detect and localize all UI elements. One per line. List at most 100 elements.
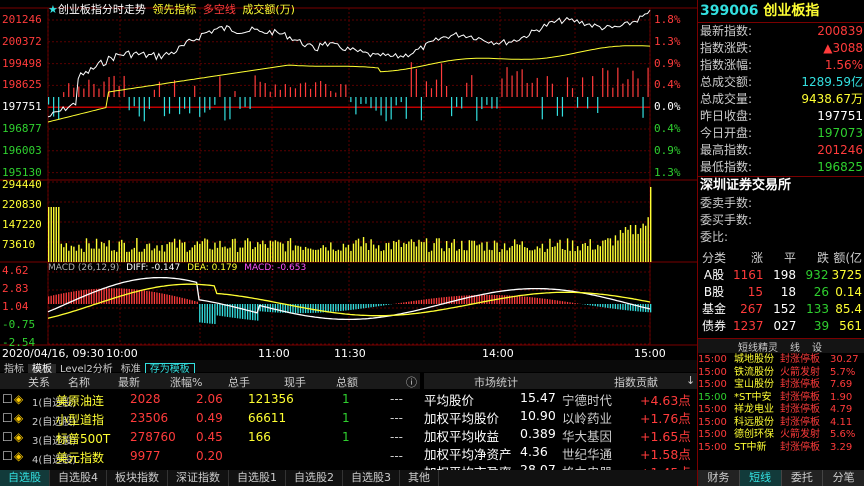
short-line-tab[interactable]: 线 xyxy=(784,343,806,354)
bottom-tab[interactable]: 其他 xyxy=(400,470,439,486)
volume-bar xyxy=(471,240,473,262)
volume-bar xyxy=(637,233,639,262)
price-tick: 196003 xyxy=(2,143,42,157)
macd-bar xyxy=(627,304,629,311)
bottom-tab[interactable]: 自选股2 xyxy=(286,470,343,486)
macd-bar xyxy=(650,304,652,313)
flash-row[interactable]: 15:00 德创环保 火箭发射 5.6% xyxy=(698,429,864,442)
volume-bar xyxy=(211,249,214,262)
bottom-tab[interactable]: 深证指数 xyxy=(168,470,229,486)
right-tab[interactable]: 委托 xyxy=(781,470,824,486)
watchlist-header-cell[interactable]: 现手 xyxy=(284,374,306,390)
scroll-down-icon[interactable]: ↓ xyxy=(686,374,695,387)
right-tab[interactable]: 分笔 xyxy=(823,470,864,486)
macd-bar xyxy=(123,288,125,304)
watchlist-row[interactable]: ☐ ◈ 4(自选股) 美元指数 9977 0.20 --- xyxy=(0,448,420,466)
bottom-tab[interactable]: 自选股3 xyxy=(343,470,400,486)
short-line-tab[interactable]: 短线精灵 xyxy=(698,343,784,354)
volume-bar xyxy=(163,251,166,262)
right-tab[interactable]: 短线 xyxy=(739,470,782,486)
volume-bar xyxy=(249,241,251,262)
watchlist-amt: --- xyxy=(390,449,403,463)
macd-bar xyxy=(176,296,178,304)
volume-bar xyxy=(390,249,392,262)
bottom-tab[interactable]: 自选股4 xyxy=(50,470,107,486)
checkbox-icon[interactable]: ☐ xyxy=(2,392,13,406)
hist-bar xyxy=(440,63,443,97)
watchlist-header-cell[interactable]: 关系 xyxy=(28,374,50,390)
flash-value: 7.69 xyxy=(830,379,853,390)
hist-bar xyxy=(632,70,634,97)
info-icon[interactable]: ⓘ xyxy=(406,374,417,390)
watchlist-header-cell[interactable]: 涨幅% xyxy=(170,374,202,390)
watchlist-name: 小型道指 xyxy=(56,413,105,427)
volume-bar xyxy=(561,248,564,262)
macd-bar xyxy=(204,304,206,324)
volume-bar xyxy=(75,250,78,262)
quote-value: 200839 xyxy=(817,24,863,38)
macd-bar xyxy=(622,304,624,310)
right-bottom-tabs[interactable]: 财务 短线 委托 分笔 xyxy=(698,470,864,486)
hist-bar xyxy=(597,97,599,113)
macd-bar xyxy=(428,298,430,304)
short-line-tab[interactable]: 设 xyxy=(806,343,828,354)
volume-label[interactable]: 成交额(万) xyxy=(242,3,295,16)
indicator-tabs[interactable]: 指标 模板 Level2分析 标准 存为模板 xyxy=(0,360,697,376)
macd-bar xyxy=(116,288,118,304)
volume-bar xyxy=(189,250,191,262)
macd-bar xyxy=(221,304,224,317)
macd-bar xyxy=(249,304,251,320)
checkbox-icon[interactable]: ☐ xyxy=(2,449,13,463)
watchlist-row[interactable]: ☐ ◈ 1(自选股) 美原油连 2028 2.06 121356 1 --- xyxy=(0,391,420,409)
macd-bar xyxy=(327,304,329,313)
macd-bar xyxy=(440,297,443,304)
bottom-tab[interactable]: 板块指数 xyxy=(107,470,168,486)
market-stat-row: 平均股价 15.47 宁德时代 +4.63点 xyxy=(424,389,697,408)
volume-bar xyxy=(456,250,458,262)
checkbox-icon[interactable]: ☐ xyxy=(2,411,13,425)
flash-value: 1.90 xyxy=(830,391,853,403)
short-line-tabs[interactable]: 短线精灵线设 xyxy=(698,338,864,354)
hist-bar xyxy=(576,97,579,108)
watchlist-row[interactable]: ☐ ◈ 3(自选股) 标普500T 278760 0.45 166 1 --- xyxy=(0,429,420,447)
volume-bar xyxy=(70,245,73,262)
intraday-chart[interactable] xyxy=(0,0,697,360)
macd-bar xyxy=(551,299,554,304)
flash-row[interactable]: 15:00 宝山股份 封涨停板 7.69 xyxy=(698,379,864,392)
volume-bar xyxy=(322,245,324,262)
bull-bear-label[interactable]: 多空线 xyxy=(203,3,236,16)
quote-value: 197073 xyxy=(817,126,863,140)
bottom-tab[interactable]: 自选股 xyxy=(0,470,50,486)
volume-bar xyxy=(521,241,523,262)
watchlist-header-cell[interactable]: 最新 xyxy=(118,374,140,390)
flash-row[interactable]: 15:00 城地股份 封涨停板 30.27 xyxy=(698,354,864,367)
lead-indicator-label[interactable]: 领先指标 xyxy=(152,3,196,16)
flash-row[interactable]: 15:00 科远股份 封涨停板 4.11 xyxy=(698,417,864,430)
flash-row[interactable]: 15:00 祥龙电业 封涨停板 4.79 xyxy=(698,404,864,417)
watchlist-header-cell[interactable]: 名称 xyxy=(68,374,90,390)
watchlist-header: 关系 名称 最新 涨幅% 总手 现手 总额 ⓘ xyxy=(0,373,420,389)
volume-bar xyxy=(178,239,181,262)
watchlist-header-cell[interactable]: 总额 xyxy=(336,374,358,390)
flash-name: 铁流股份 xyxy=(734,366,774,378)
flash-row[interactable]: 15:00 ST中新 封涨停板 3.29 xyxy=(698,442,864,455)
macd-bar xyxy=(420,299,423,304)
macd-bar xyxy=(194,301,196,304)
bottom-tab[interactable]: 自选股1 xyxy=(229,470,286,486)
watchlist-row[interactable]: ☐ ◈ 2(自选股) 小型道指 23506 0.49 66611 1 --- xyxy=(0,410,420,428)
watchlist-chg: 2.06 xyxy=(196,392,223,406)
hist-bar xyxy=(269,91,271,97)
watchlist-header-cell[interactable]: 总手 xyxy=(228,374,250,390)
flash-row[interactable]: 15:00 铁流股份 火箭发射 5.7% xyxy=(698,367,864,380)
checkbox-icon[interactable]: ☐ xyxy=(2,430,13,444)
flash-row[interactable]: 15:00 *ST中安 封涨停板 1.90 xyxy=(698,392,864,405)
volume-bar xyxy=(597,244,599,262)
quote-row: 今日开盘: 197073 xyxy=(698,125,864,142)
bottom-tabs[interactable]: 自选股 自选股4 板块指数 深证指数 自选股1 自选股2 自选股3 其他 xyxy=(0,470,697,486)
volume-bar xyxy=(143,248,146,262)
macd-bar xyxy=(50,295,52,304)
hist-bar xyxy=(284,84,286,97)
right-tab[interactable]: 财务 xyxy=(698,470,740,486)
volume-bar xyxy=(403,242,405,262)
macd-bar xyxy=(355,304,357,310)
